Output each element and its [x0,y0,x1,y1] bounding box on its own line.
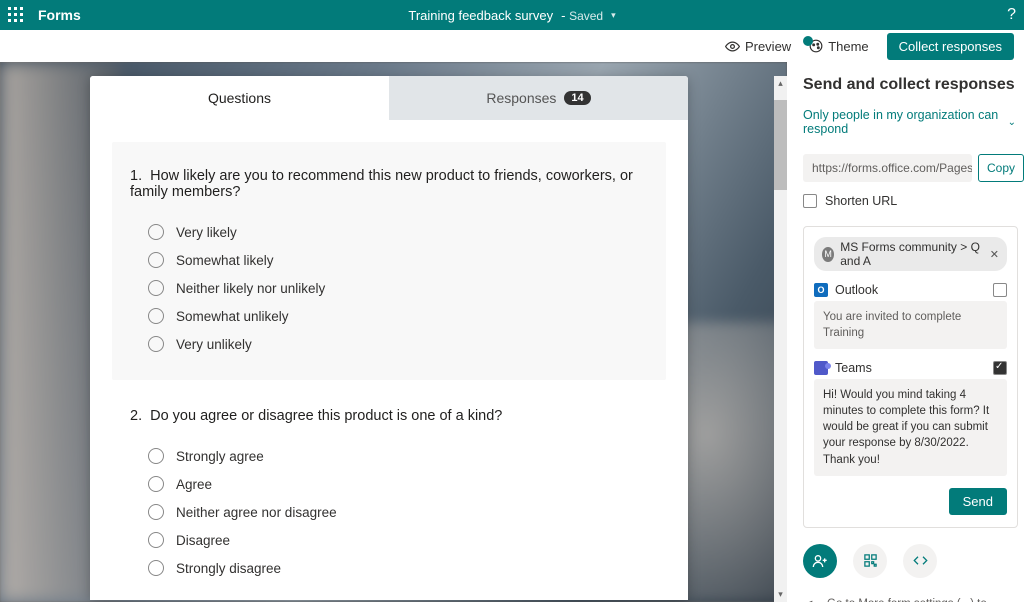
megaphone-icon [803,598,817,602]
tab-questions[interactable]: Questions [90,76,389,120]
option-label: Strongly disagree [176,561,281,576]
app-launcher-icon[interactable] [8,7,24,23]
qr-code-icon[interactable] [853,544,887,578]
radio-option[interactable]: Neither agree nor disagree [130,498,648,526]
app-name[interactable]: Forms [38,7,81,23]
option-label: Disagree [176,533,230,548]
option-label: Very unlikely [176,337,252,352]
radio-icon [148,308,164,324]
shorten-url-checkbox[interactable] [803,194,817,208]
radio-icon [148,476,164,492]
form-title: Training feedback survey [408,8,553,23]
collect-responses-button[interactable]: Collect responses [887,33,1014,60]
radio-icon [148,336,164,352]
option-label: Strongly agree [176,449,264,464]
help-icon[interactable]: ? [1007,6,1016,24]
toolbar: Preview Theme Collect responses [0,30,1024,62]
option-label: Neither likely nor unlikely [176,281,325,296]
preview-button[interactable]: Preview [725,39,791,54]
option-label: Somewhat likely [176,253,274,268]
share-compose-box: M MS Forms community > Q and A ✕ O Outlo… [803,226,1018,528]
theme-button[interactable]: Theme [809,39,868,54]
radio-icon [148,280,164,296]
share-method-icons [803,544,1024,578]
notification-dot-icon [803,36,813,46]
teams-label: Teams [835,361,872,375]
outlook-checkbox[interactable] [993,283,1007,297]
radio-option[interactable]: Somewhat unlikely [130,302,648,330]
radio-option[interactable]: Very unlikely [130,330,648,358]
embed-code-icon[interactable] [903,544,937,578]
teams-message-input[interactable]: Hi! Would you mind taking 4 minutes to c… [814,379,1007,475]
option-label: Agree [176,477,212,492]
radio-option[interactable]: Somewhat likely [130,246,648,274]
radio-icon [148,532,164,548]
form-canvas: Questions Responses 14 1. How likely are… [0,62,787,602]
invite-people-icon[interactable] [803,544,837,578]
panel-title: Send and collect responses [803,76,1024,94]
radio-icon [148,224,164,240]
title-bar: Forms Training feedback survey - Saved ▾… [0,0,1024,30]
send-panel: Send and collect responses Only people i… [787,62,1024,602]
radio-option[interactable]: Agree [130,470,648,498]
radio-option[interactable]: Neither likely nor unlikely [130,274,648,302]
scroll-down-icon[interactable]: ▾ [774,589,787,600]
radio-option[interactable]: Strongly agree [130,442,648,470]
teams-checkbox[interactable] [993,361,1007,375]
share-url-field[interactable]: https://forms.office.com/Pages/Respon... [803,154,972,182]
avatar-icon: M [822,247,834,262]
question-block[interactable]: 1. How likely are you to recommend this … [112,142,666,380]
copy-button[interactable]: Copy [978,154,1024,182]
chevron-down-icon: ⌄ [1008,117,1016,128]
option-label: Neither agree nor disagree [176,505,337,520]
form-card: Questions Responses 14 1. How likely are… [90,76,688,600]
tab-responses[interactable]: Responses 14 [389,76,688,120]
responses-count-badge: 14 [564,91,590,105]
recipient-chip[interactable]: M MS Forms community > Q and A ✕ [814,237,1007,271]
outlook-icon: O [814,283,828,297]
radio-icon [148,252,164,268]
send-button[interactable]: Send [949,488,1007,515]
save-status: - Saved [561,8,603,23]
form-tabs: Questions Responses 14 [90,76,688,120]
radio-option[interactable]: Very likely [130,218,648,246]
option-label: Very likely [176,225,237,240]
scroll-up-icon[interactable]: ▴ [774,78,787,89]
response-scope-dropdown[interactable]: Only people in my organization can respo… [803,108,1024,136]
question-title: 2. Do you agree or disagree this product… [130,408,648,424]
outlook-label: Outlook [835,283,878,297]
radio-option[interactable]: Strongly disagree [130,554,648,582]
remove-chip-icon[interactable]: ✕ [990,248,999,261]
question-block[interactable]: 2. Do you agree or disagree this product… [112,408,666,600]
vertical-scrollbar[interactable]: ▴ ▾ [774,76,787,602]
radio-icon [148,504,164,520]
scroll-thumb[interactable] [774,100,787,190]
radio-icon [148,560,164,576]
form-title-group[interactable]: Training feedback survey - Saved ▾ [408,8,615,23]
radio-icon [148,448,164,464]
eye-icon [725,39,740,54]
tip-message: Go to More form settings (...) to Collab… [803,596,1024,602]
teams-icon [814,361,828,375]
outlook-message-input[interactable]: You are invited to complete Training [814,301,1007,349]
option-label: Somewhat unlikely [176,309,289,324]
question-title: 1. How likely are you to recommend this … [130,168,648,200]
shorten-url-label: Shorten URL [825,194,897,208]
chevron-down-icon[interactable]: ▾ [611,10,616,21]
radio-option[interactable]: Disagree [130,526,648,554]
